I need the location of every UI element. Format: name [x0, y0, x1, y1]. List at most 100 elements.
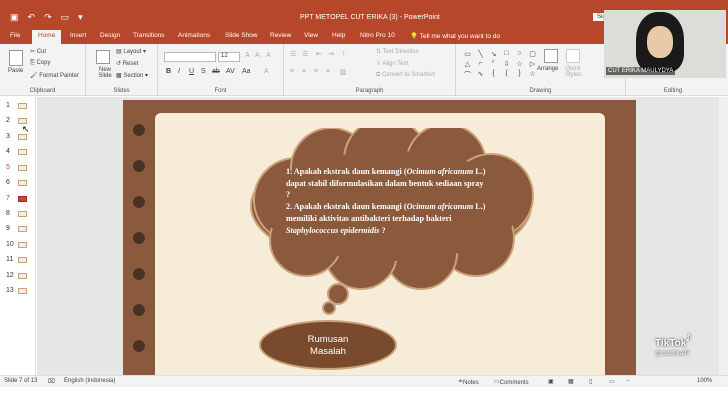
save-icon[interactable]: ▣: [10, 12, 19, 23]
spellcheck-icon[interactable]: ⌧: [48, 378, 55, 385]
present-icon[interactable]: ▭: [61, 12, 70, 23]
text-direction-button[interactable]: ⇅ Text Direction: [376, 48, 419, 55]
thumbnail-2[interactable]: 2: [6, 117, 27, 124]
shape-wave-icon[interactable]: ∿: [475, 70, 486, 80]
language-indicator[interactable]: English (Indonesia): [64, 378, 115, 384]
customize-icon[interactable]: ▾: [78, 12, 83, 23]
reset-button[interactable]: ↺ Reset: [116, 60, 138, 67]
tell-me-search[interactable]: 💡 Tell me what you want to do: [410, 32, 500, 40]
paste-button[interactable]: Paste: [8, 68, 23, 74]
zoom-out-icon[interactable]: −: [626, 378, 630, 384]
tab-animations[interactable]: Animations: [178, 32, 210, 39]
thumbnail-13[interactable]: 13: [6, 287, 27, 294]
quick-styles-icon[interactable]: [566, 49, 580, 63]
layout-button[interactable]: ▤ Layout ▾: [116, 48, 146, 55]
reading-view-icon[interactable]: ▯: [589, 378, 592, 385]
char-spacing-icon[interactable]: AV: [226, 68, 235, 75]
shape-arrow-icon[interactable]: ↘: [488, 50, 499, 58]
arrange-icon[interactable]: [544, 49, 558, 63]
zoom-level[interactable]: 100%: [697, 378, 712, 384]
shape-rrect-icon[interactable]: ▢: [527, 50, 538, 58]
shrink-font-icon[interactable]: A: [255, 52, 260, 59]
new-slide-button[interactable]: New Slide: [94, 67, 116, 79]
tab-help[interactable]: Help: [332, 32, 345, 39]
shape-elbow-icon[interactable]: ⌐: [475, 60, 486, 68]
shape-brace-icon[interactable]: {: [488, 70, 499, 80]
columns-icon[interactable]: ▥: [340, 68, 347, 76]
thumbnail-11[interactable]: 11: [6, 256, 27, 263]
grow-font-icon[interactable]: A: [245, 52, 250, 59]
tab-transitions[interactable]: Transitions: [133, 32, 165, 39]
shape-bracket-icon[interactable]: ⌜: [488, 60, 499, 68]
italic-icon[interactable]: I: [178, 68, 180, 75]
undo-icon[interactable]: ↶: [28, 12, 36, 23]
tab-review[interactable]: Review: [270, 32, 291, 39]
redo-icon[interactable]: ↷: [44, 12, 52, 23]
change-case-icon[interactable]: Aa: [242, 68, 251, 75]
thumbnail-12[interactable]: 12: [6, 272, 27, 279]
tab-insert[interactable]: Insert: [70, 32, 86, 39]
notes-button[interactable]: ≐ Notes: [458, 378, 479, 386]
shape-brace2-icon[interactable]: }: [514, 70, 525, 80]
slide-sorter-icon[interactable]: ▦: [568, 378, 574, 385]
align-text-button[interactable]: ⇳ Align Text: [376, 60, 408, 67]
shape-arrow2-icon[interactable]: ⇩: [501, 60, 512, 68]
numbering-icon[interactable]: ☰: [302, 50, 308, 58]
thumbnail-3[interactable]: 3: [6, 133, 27, 140]
shape-curve-icon[interactable]: ⌒: [462, 70, 473, 80]
align-center-icon[interactable]: ≡: [302, 68, 306, 75]
shadow-icon[interactable]: S: [201, 68, 206, 75]
thumbnail-4[interactable]: 4: [6, 148, 27, 155]
thumbnail-6[interactable]: 6: [6, 179, 27, 186]
format-painter-button[interactable]: 🖌 Format Painter: [30, 72, 79, 79]
font-color-icon[interactable]: A: [264, 68, 269, 75]
shape-star-icon[interactable]: ☆: [514, 60, 525, 68]
shape-tri-icon[interactable]: △: [462, 60, 473, 68]
decrease-indent-icon[interactable]: ⇤: [316, 50, 322, 58]
justify-icon[interactable]: ≡: [326, 68, 330, 75]
thumbnail-5[interactable]: 5: [6, 164, 27, 171]
underline-icon[interactable]: U: [189, 68, 194, 75]
line-spacing-icon[interactable]: ↕: [342, 50, 346, 57]
align-left-icon[interactable]: ≡: [290, 68, 294, 75]
align-right-icon[interactable]: ≡: [314, 68, 318, 75]
slideshow-view-icon[interactable]: ▭: [609, 378, 615, 385]
tab-file[interactable]: File: [10, 32, 20, 39]
research-questions-text[interactable]: 1. Apakah ekstrak daun kemangi (Ocimum a…: [286, 166, 486, 236]
arrange-button[interactable]: Arrange: [537, 66, 558, 72]
font-name-combo[interactable]: [164, 52, 216, 62]
normal-view-icon[interactable]: ▣: [548, 378, 554, 385]
clear-format-icon[interactable]: A: [266, 52, 271, 59]
thumbnail-7[interactable]: 7: [6, 195, 27, 202]
thumbnail-1[interactable]: 1: [6, 102, 27, 109]
tab-home[interactable]: Home: [32, 30, 62, 44]
quick-styles-button[interactable]: Quick Styles: [562, 66, 584, 78]
rumusan-masalah-badge[interactable]: Rumusan Masalah: [259, 320, 397, 370]
new-slide-icon[interactable]: [96, 50, 110, 64]
convert-smartart-button[interactable]: ⧉ Convert to SmartArt: [376, 72, 435, 79]
shape-oval-icon[interactable]: ○: [514, 50, 525, 58]
section-button[interactable]: ▦ Section ▾: [116, 72, 148, 79]
thumbnail-8[interactable]: 8: [6, 210, 27, 217]
tab-nitro[interactable]: Nitro Pro 10: [360, 32, 395, 39]
bold-icon[interactable]: B: [166, 68, 171, 75]
shape-rect2-icon[interactable]: □: [501, 50, 512, 58]
tab-view[interactable]: View: [304, 32, 318, 39]
shape-paren-icon[interactable]: (: [501, 70, 512, 80]
cut-button[interactable]: ✂ Cut: [30, 48, 46, 55]
paste-icon[interactable]: [9, 50, 23, 66]
comments-button[interactable]: ▭ Comments: [494, 378, 529, 386]
copy-button[interactable]: ⎘ Copy: [30, 60, 50, 67]
shape-rect-icon[interactable]: ▭: [462, 50, 473, 58]
tab-slide-show[interactable]: Slide Show: [225, 32, 258, 39]
strikethrough-icon[interactable]: ab: [212, 68, 220, 75]
thumbnail-10[interactable]: 10: [6, 241, 27, 248]
increase-indent-icon[interactable]: ⇥: [328, 50, 334, 58]
shapes-gallery[interactable]: ▭ ╲ ↘ □ ○ ▢ △ ⌐ ⌜ ⇩ ☆ ▷ ⌒ ∿{(} ☆: [462, 50, 536, 80]
tab-design[interactable]: Design: [100, 32, 120, 39]
shape-line-icon[interactable]: ╲: [475, 50, 486, 58]
font-size-combo[interactable]: 12: [218, 52, 240, 62]
thumbnail-9[interactable]: 9: [6, 225, 27, 232]
vertical-scrollbar[interactable]: [719, 97, 728, 375]
bullets-icon[interactable]: ☰: [290, 50, 296, 58]
